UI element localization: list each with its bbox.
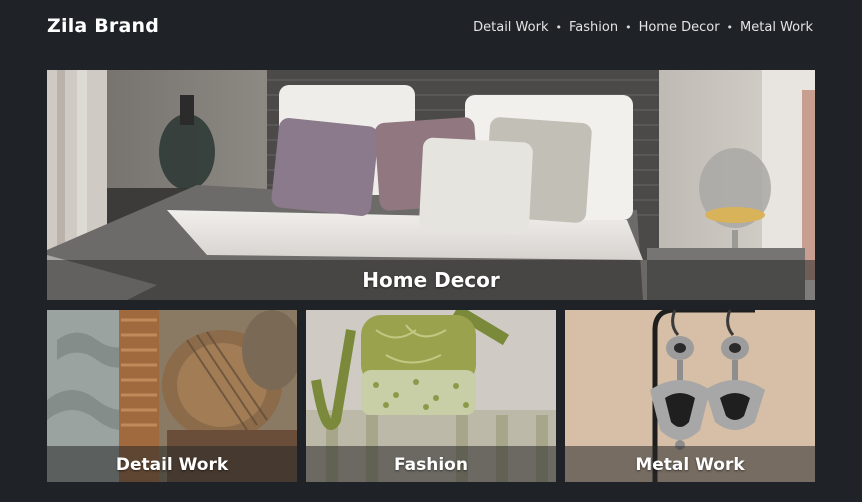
tile-caption-home-decor: Home Decor: [362, 268, 500, 292]
tile-caption-fashion: Fashion: [394, 455, 468, 475]
nav-link-detail-work[interactable]: Detail Work: [473, 20, 548, 35]
site-header: Zila Brand Detail Work • Fashion • Home …: [0, 0, 862, 60]
nav-separator: •: [625, 21, 632, 34]
nav-link-metal-work[interactable]: Metal Work: [740, 20, 813, 35]
tile-caption-metal-work: Metal Work: [635, 455, 745, 475]
category-tile-detail-work[interactable]: Detail Work: [47, 310, 297, 482]
tile-caption-detail-work: Detail Work: [115, 455, 229, 475]
category-tile-metal-work[interactable]: Metal Work: [565, 310, 815, 482]
nav-link-fashion[interactable]: Fashion: [569, 20, 618, 35]
main-nav: Detail Work • Fashion • Home Decor • Met…: [473, 20, 813, 35]
nav-separator: •: [555, 21, 562, 34]
nav-separator: •: [726, 21, 734, 34]
nav-link-home-decor[interactable]: Home Decor: [639, 20, 720, 35]
featured-tile-home-decor[interactable]: Home Decor: [47, 70, 815, 300]
category-tile-fashion[interactable]: Fashion: [306, 310, 556, 482]
brand-logo[interactable]: Zila Brand: [47, 15, 159, 37]
